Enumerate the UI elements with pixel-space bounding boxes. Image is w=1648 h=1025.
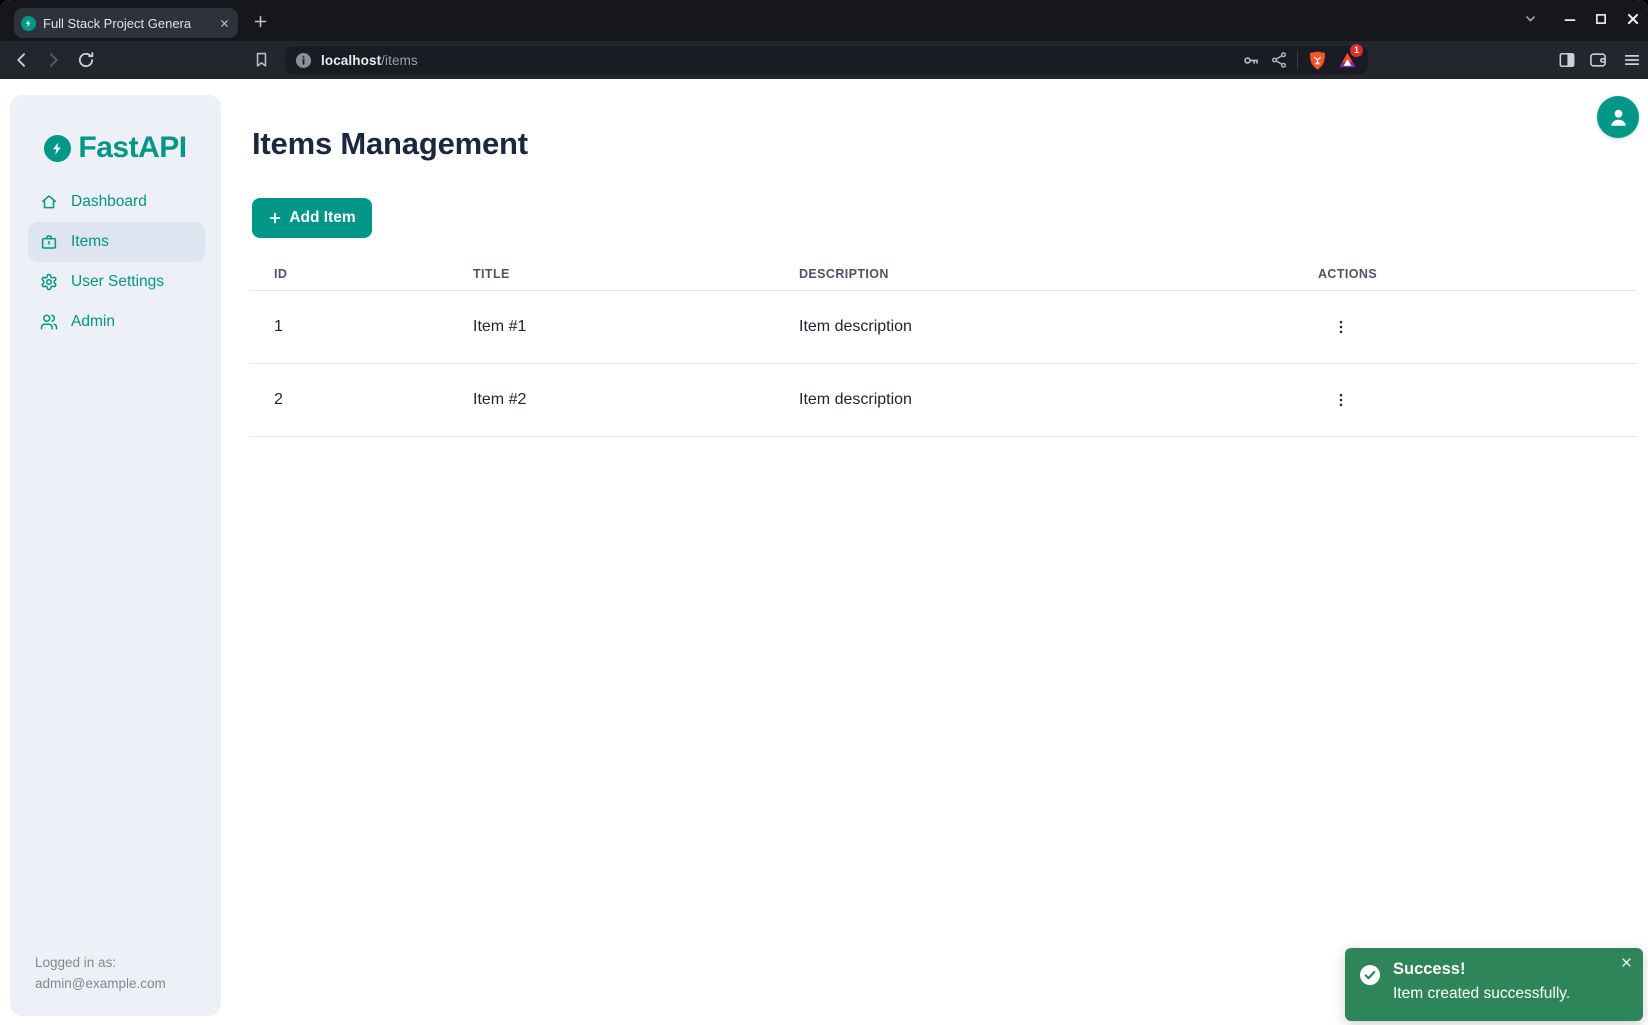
add-item-label: Add Item [289,209,355,227]
window-close-button[interactable] [1624,10,1642,28]
briefcase-icon [40,233,58,251]
check-circle-icon [1360,965,1380,985]
divider [1297,51,1298,69]
home-icon [40,193,58,211]
column-header-actions: ACTIONS [1294,267,1637,281]
cell-description: Item description [775,391,1294,409]
cell-title: Item #2 [449,391,775,409]
user-avatar-button[interactable] [1597,96,1639,138]
back-icon[interactable] [12,50,32,70]
sidebar-nav: Dashboard Items User Settings [10,182,221,342]
table-row: 2 Item #2 Item description [250,364,1637,437]
window-maximize-button[interactable] [1592,10,1610,28]
site-info-icon[interactable] [296,53,311,68]
tab-title: Full Stack Project Genera [43,16,219,31]
logged-in-info: Logged in as: admin@example.com [35,952,166,994]
sidebar-item-label: Dashboard [71,193,147,211]
toast-title: Success! [1393,960,1465,979]
logo-text: FastAPI [78,131,186,165]
bookmark-icon[interactable] [252,50,271,69]
user-avatar-icon [1607,106,1630,129]
url-path: /items [381,53,418,68]
tab-bar: Full Stack Project Genera [0,0,1648,41]
column-header-description: DESCRIPTION [775,267,1294,281]
table-row: 1 Item #1 Item description [250,291,1637,364]
sidebar-item-admin[interactable]: Admin [28,302,205,342]
sidebar-item-user-settings[interactable]: User Settings [28,262,205,302]
sidebar-item-label: Admin [71,313,115,331]
sidebar: FastAPI Dashboard Items [10,95,221,1016]
reload-icon[interactable] [76,50,96,70]
items-table: ID TITLE DESCRIPTION ACTIONS 1 Item #1 I… [250,257,1637,437]
new-tab-button[interactable] [252,13,269,30]
brave-rewards-icon[interactable]: 1 [1337,50,1358,71]
tab-close-icon[interactable] [219,18,230,29]
logged-in-label: Logged in as: [35,952,166,973]
column-header-id: ID [250,267,449,281]
browser-toolbar: localhost/items 1 [0,41,1648,79]
sidebar-panel-icon[interactable] [1557,50,1577,70]
url-text: localhost/items [321,53,418,68]
wallet-icon[interactable] [1588,50,1608,70]
rewards-badge: 1 [1350,44,1363,57]
cell-id: 1 [250,318,449,336]
toast-message: Item created successfully. [1393,985,1570,1003]
sidebar-item-dashboard[interactable]: Dashboard [28,182,205,222]
sidebar-item-items[interactable]: Items [28,222,205,262]
tab-search-chevron-icon[interactable] [1522,10,1539,27]
cell-title: Item #1 [449,318,775,336]
fastapi-logo: FastAPI [10,131,221,165]
row-actions-kebab-icon[interactable] [1329,385,1353,415]
success-toast: Success! Item created successfully. [1345,948,1643,1021]
cell-description: Item description [775,318,1294,336]
window-minimize-button[interactable] [1561,10,1579,28]
cell-id: 2 [250,391,449,409]
page-title: Items Management [252,126,528,162]
sidebar-item-label: Items [71,233,109,251]
add-item-button[interactable]: Add Item [252,198,372,238]
gear-icon [40,273,58,291]
address-bar[interactable]: localhost/items 1 [285,46,1368,74]
app-page: FastAPI Dashboard Items [0,79,1648,1025]
table-header-row: ID TITLE DESCRIPTION ACTIONS [250,257,1637,291]
brave-shield-icon[interactable] [1307,50,1328,71]
plus-icon [268,211,282,225]
url-host: localhost [321,53,381,68]
sidebar-item-label: User Settings [71,273,164,291]
password-key-icon[interactable] [1242,51,1261,70]
browser-tab[interactable]: Full Stack Project Genera [14,8,238,38]
logged-in-email: admin@example.com [35,973,166,994]
fastapi-bolt-icon [44,135,71,162]
fastapi-favicon-icon [21,16,36,31]
forward-icon[interactable] [43,50,63,70]
browser-window: Full Stack Project Genera [0,0,1648,1025]
toast-close-icon[interactable] [1620,956,1633,969]
users-icon [40,313,58,331]
row-actions-kebab-icon[interactable] [1329,312,1353,342]
menu-hamburger-icon[interactable] [1622,50,1642,70]
share-icon[interactable] [1270,51,1288,69]
column-header-title: TITLE [449,267,775,281]
